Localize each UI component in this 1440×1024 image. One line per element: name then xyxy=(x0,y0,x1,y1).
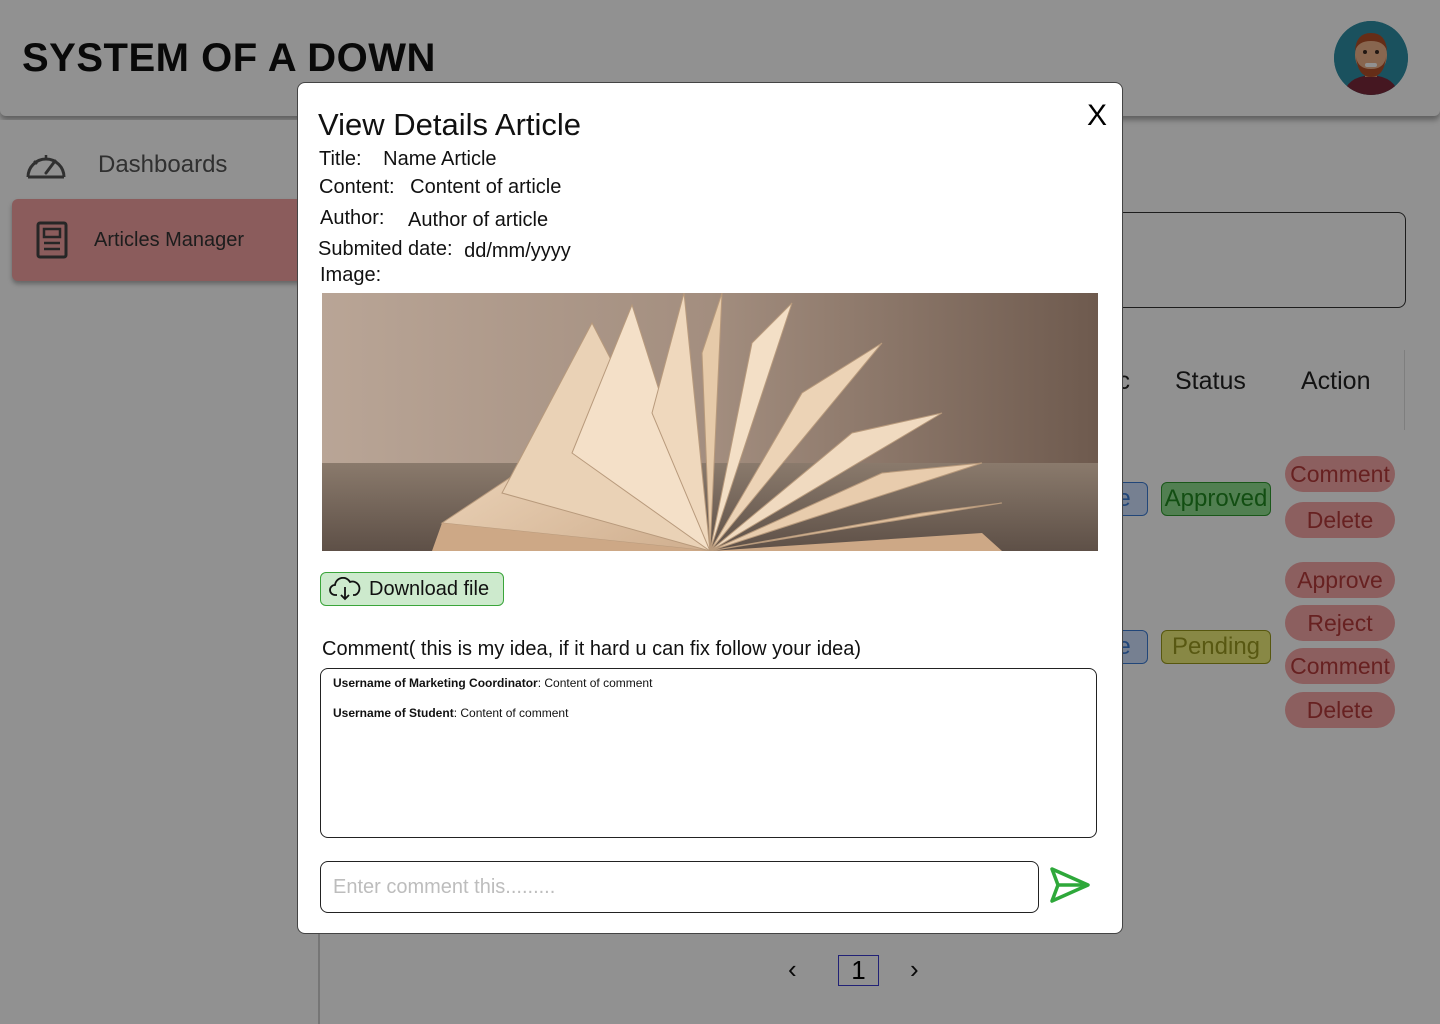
comment-text: : Content of comment xyxy=(453,706,569,720)
field-submitted-date: Submited date: dd/mm/yyyy xyxy=(318,238,571,262)
comment-heading: Comment( this is my idea, if it hard u c… xyxy=(322,638,862,660)
send-comment-button[interactable] xyxy=(1048,863,1092,907)
download-file-label: Download file xyxy=(369,577,490,600)
field-label: Title: xyxy=(319,148,362,170)
send-icon xyxy=(1048,867,1092,910)
view-details-modal: X View Details Article Title: Name Artic… xyxy=(297,82,1123,934)
field-image-label: Image: xyxy=(320,264,382,286)
field-author: Author: Author of article xyxy=(320,207,549,231)
close-button[interactable]: X xyxy=(1087,99,1107,133)
field-title: Title: Name Article xyxy=(319,148,497,171)
field-label: Submited date: xyxy=(318,238,453,260)
cloud-download-icon xyxy=(329,577,361,601)
comment-text: : Content of comment xyxy=(537,676,653,690)
download-file-button[interactable]: Download file xyxy=(320,572,504,606)
field-value: dd/mm/yyyy xyxy=(464,240,571,262)
field-value: Name Article xyxy=(383,148,497,170)
modal-title: View Details Article xyxy=(318,107,582,142)
field-value: Content of article xyxy=(410,176,562,198)
article-image xyxy=(322,293,1098,551)
field-value: Author of article xyxy=(408,209,549,231)
comment-user: Username of Student xyxy=(333,706,454,720)
comment-item: Username of Marketing Coordinator: Conte… xyxy=(333,676,1084,690)
field-content: Content: Content of article xyxy=(319,176,561,199)
comment-list: Username of Marketing Coordinator: Conte… xyxy=(320,668,1097,838)
field-label: Author: xyxy=(320,207,385,229)
field-label: Content: xyxy=(319,176,395,198)
comment-input[interactable] xyxy=(320,861,1039,913)
comment-user: Username of Marketing Coordinator xyxy=(333,676,538,690)
comment-item: Username of Student: Content of comment xyxy=(333,706,1084,720)
